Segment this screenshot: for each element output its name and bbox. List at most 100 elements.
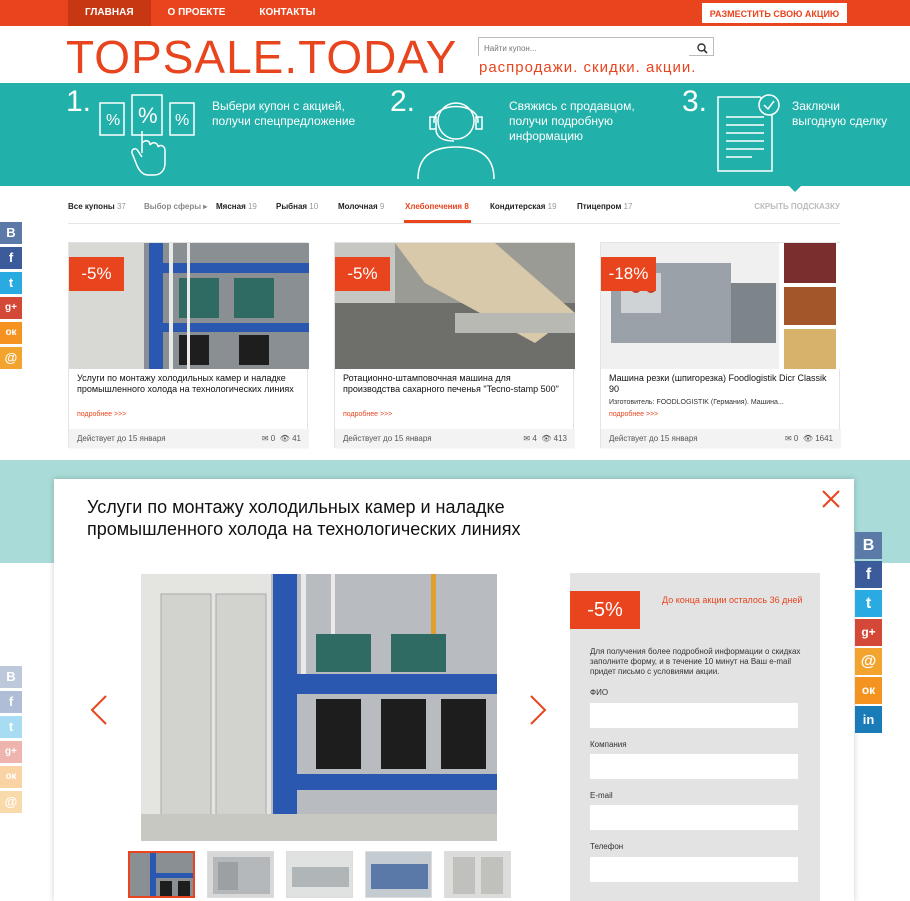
twitter-icon[interactable]: t: [0, 272, 22, 294]
mail-count: 0: [793, 434, 799, 443]
mail-icon[interactable]: @: [0, 347, 22, 369]
more-link[interactable]: подробнее >>>: [343, 411, 392, 418]
facebook-icon: f: [0, 691, 22, 713]
vk-icon[interactable]: В: [0, 222, 22, 244]
support-operator-icon: [414, 89, 498, 186]
name-field[interactable]: [590, 703, 798, 728]
active-filter-underline: [404, 220, 471, 223]
filter-confectionery[interactable]: Кондитерская 19: [490, 202, 557, 211]
filter-select-sphere[interactable]: Выбор сферы ▸: [144, 202, 207, 211]
main-product-image[interactable]: [141, 574, 497, 841]
filter-poultry[interactable]: Птицепром 17: [577, 202, 633, 211]
more-link[interactable]: подробнее >>>: [609, 411, 658, 418]
site-logo[interactable]: TOPSALE.TODAY: [66, 30, 457, 84]
coupon-card[interactable]: -5% Ротационно-штамповочная машина для п…: [334, 242, 575, 449]
facebook-icon[interactable]: f: [855, 561, 882, 588]
discount-badge: -5%: [69, 257, 124, 291]
coupon-footer: Действует до 15 января ✉ 4 👁 413: [335, 429, 575, 449]
filter-bakery[interactable]: Хлебопечения 8: [405, 202, 469, 211]
coupon-subtitle: Изготовитель: FOODLOGISTIK (Германия). М…: [609, 399, 784, 406]
how-it-works-banner: 1. % % % Выбери купон с акцией, получи с…: [0, 83, 910, 186]
hide-hint-link[interactable]: СКРЫТЬ ПОДСКАЗКУ: [754, 202, 840, 211]
discount-badge: -5%: [570, 591, 640, 629]
coupon-hand-icon: % % %: [98, 91, 198, 184]
search-icon[interactable]: [697, 41, 708, 59]
request-form: -5% До конца акции осталось 36 дней Для …: [570, 573, 820, 901]
coupon-footer: Действует до 15 января ✉ 0 👁 41: [69, 429, 309, 449]
view-count: 1641: [815, 434, 833, 443]
vk-icon[interactable]: В: [855, 532, 882, 559]
facebook-icon[interactable]: f: [0, 247, 22, 269]
coupon-card[interactable]: -5% Услуги по монтажу холодильных камер …: [68, 242, 309, 449]
coupon-title[interactable]: Ротационно-штамповочная машина для произ…: [343, 373, 569, 395]
eye-icon: 👁: [279, 434, 290, 443]
coupon-title[interactable]: Машина резки (шпигорезка) Foodlogistik D…: [609, 373, 835, 395]
signed-contract-icon: [716, 93, 782, 178]
faded-left-share-bar: В f t g+ ок @: [0, 666, 22, 816]
linkedin-icon[interactable]: in: [855, 706, 882, 733]
discount-badge: -5%: [335, 257, 390, 291]
google-plus-icon[interactable]: g+: [0, 297, 22, 319]
step-3-text: Заключи выгодную сделку: [792, 99, 888, 128]
banner-pointer: [786, 183, 804, 192]
filter-dairy[interactable]: Молочная 9: [338, 202, 384, 211]
coupon-stats: ✉ 0 👁 1641: [785, 429, 833, 449]
odnoklassniki-icon[interactable]: ок: [855, 677, 882, 704]
place-promo-button[interactable]: РАЗМЕСТИТЬ СВОЮ АКЦИЮ: [702, 3, 847, 23]
thumbnail[interactable]: [444, 851, 511, 898]
filter-all[interactable]: Все купоны 37: [68, 202, 126, 211]
odnoklassniki-icon[interactable]: ок: [0, 322, 22, 344]
next-arrow-icon[interactable]: [529, 694, 547, 731]
thumbnail[interactable]: [286, 851, 353, 898]
view-count: 41: [292, 434, 301, 443]
form-info-text: Для получения более подробной информации…: [590, 647, 801, 676]
svg-text:%: %: [138, 103, 158, 128]
modal-title: Услуги по монтажу холодильных камер и на…: [87, 497, 521, 539]
thumbnail[interactable]: [207, 851, 274, 898]
google-plus-icon[interactable]: g+: [855, 619, 882, 646]
close-icon[interactable]: [821, 489, 841, 514]
top-navigation-bar: ГЛАВНАЯ О ПРОЕКТЕ КОНТАКТЫ РАЗМЕСТИТЬ СВ…: [0, 0, 910, 26]
coupon-title[interactable]: Услуги по монтажу холодильных камер и на…: [77, 373, 303, 395]
mail-icon[interactable]: @: [855, 648, 882, 675]
label-company: Компания: [590, 740, 627, 749]
nav-contacts[interactable]: КОНТАКТЫ: [242, 0, 332, 26]
svg-text:%: %: [106, 112, 120, 129]
mail-count: 4: [532, 434, 537, 443]
label-email: E-mail: [590, 791, 613, 800]
category-filter-bar: Все купоны 37 Выбор сферы ▸ Мясная 19 Ры…: [68, 196, 840, 224]
google-plus-icon: g+: [0, 741, 22, 763]
label-phone: Телефон: [590, 842, 624, 851]
coupon-modal: Услуги по монтажу холодильных камер и на…: [54, 479, 854, 901]
email-field[interactable]: [590, 805, 798, 830]
thumbnail[interactable]: [365, 851, 432, 898]
more-link[interactable]: подробнее >>>: [77, 411, 126, 418]
filter-meat[interactable]: Мясная 19: [216, 202, 257, 211]
step-1-number: 1.: [66, 85, 92, 118]
prev-arrow-icon[interactable]: [90, 694, 108, 731]
phone-field[interactable]: [590, 857, 798, 882]
svg-text:%: %: [175, 112, 189, 129]
coupon-stats: ✉ 4 👁 413: [523, 429, 567, 449]
main-nav: ГЛАВНАЯ О ПРОЕКТЕ КОНТАКТЫ: [68, 0, 332, 26]
vk-icon: В: [0, 666, 22, 688]
thumbnail[interactable]: [128, 851, 195, 898]
step-2-text: Свяжись с продавцом, получи подробную ин…: [509, 99, 635, 143]
step-3-number: 3.: [682, 85, 708, 118]
valid-until: Действует до 15 января: [77, 434, 166, 443]
mail-icon: @: [0, 791, 22, 813]
discount-badge: -18%: [601, 257, 656, 291]
company-field[interactable]: [590, 754, 798, 779]
nav-about[interactable]: О ПРОЕКТЕ: [151, 0, 243, 26]
search-input[interactable]: [479, 40, 689, 57]
filter-fish[interactable]: Рыбная 10: [276, 202, 318, 211]
step-1-text: Выбери купон с акцией, получи спецпредло…: [212, 99, 356, 128]
search-box: [478, 37, 714, 59]
twitter-icon[interactable]: t: [855, 590, 882, 617]
twitter-icon: t: [0, 716, 22, 738]
nav-home[interactable]: ГЛАВНАЯ: [68, 0, 151, 26]
coupon-card[interactable]: -18% Машина резки (шпигорезка) Foodlogis…: [600, 242, 841, 449]
left-share-bar: В f t g+ ок @: [0, 222, 22, 372]
eye-icon: 👁: [802, 434, 813, 443]
eye-icon: 👁: [541, 434, 552, 443]
